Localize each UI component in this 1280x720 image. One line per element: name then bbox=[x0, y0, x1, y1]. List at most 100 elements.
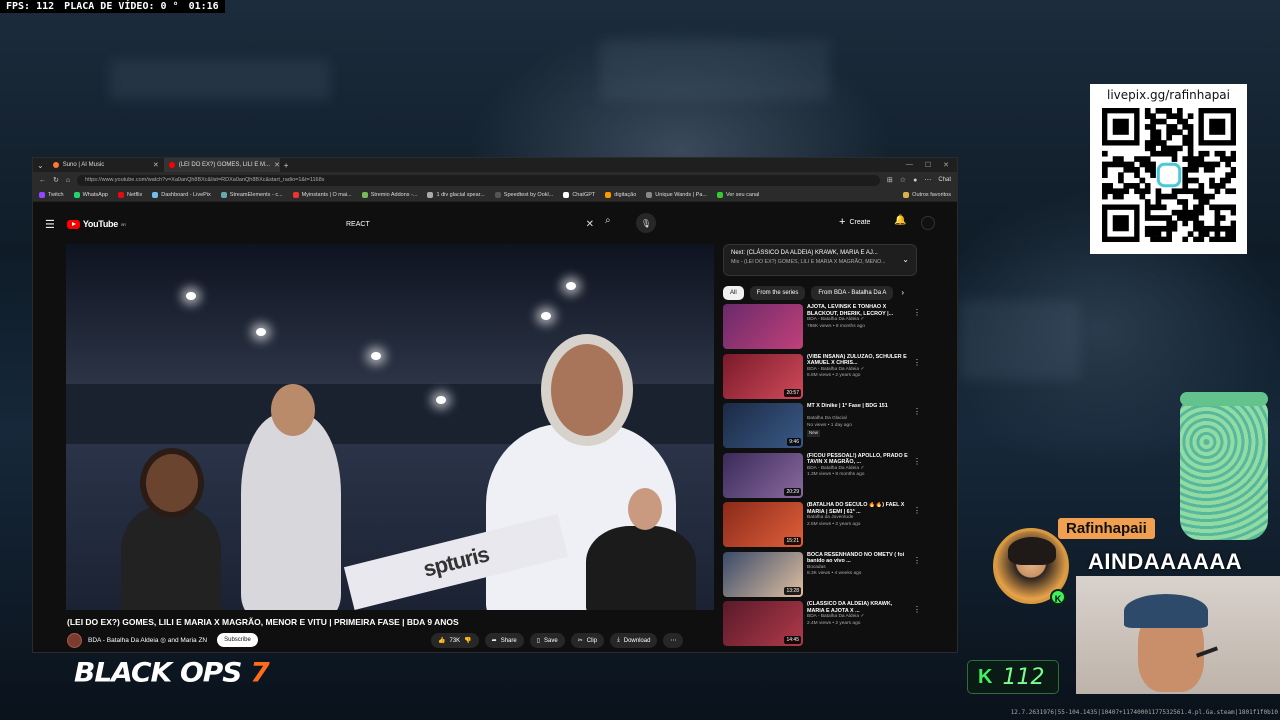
back-icon[interactable]: ← bbox=[39, 177, 46, 184]
tab-youtube[interactable]: (LEI DO EX?) GOMES, LILI E M... ✕ bbox=[163, 158, 280, 172]
qr-module bbox=[1230, 150, 1236, 157]
bookmark-unique-wands[interactable]: Unique Wands | Pa... bbox=[646, 191, 707, 198]
chevron-down-icon[interactable]: ⌄ bbox=[902, 255, 909, 264]
notifications-bell-icon[interactable]: 🔔 bbox=[894, 215, 906, 226]
create-button[interactable]: + Create bbox=[839, 216, 870, 228]
qr-module bbox=[1176, 199, 1183, 205]
recommendation-title[interactable]: BOCA RESENHANDO NO OMETV ( foi banido ao… bbox=[807, 552, 911, 565]
like-button[interactable]: 👍 73K 👎 bbox=[431, 633, 479, 648]
save-button[interactable]: ▯ Save bbox=[529, 633, 565, 648]
bookmark-chatgpt[interactable]: ChatGPT bbox=[563, 191, 595, 198]
download-button[interactable]: ⤓ Download bbox=[610, 633, 658, 648]
video-thumbnail[interactable]: 9:46 bbox=[723, 403, 803, 448]
tab-list-icon[interactable]: ⌄ bbox=[33, 161, 48, 170]
qr-module bbox=[1197, 231, 1204, 237]
qr-module bbox=[1187, 177, 1193, 184]
recommendation-title[interactable]: MT X Dinike | 1ª Fase | BDG 151 bbox=[807, 403, 911, 416]
recommendation-title[interactable]: (BATALHA DO SÉCULO 🔥🔥) FAEL X MARIA | SE… bbox=[807, 502, 911, 515]
qr-module bbox=[1165, 220, 1172, 227]
qr-module bbox=[1149, 124, 1156, 130]
more-options-icon[interactable]: ⋮ bbox=[913, 308, 921, 317]
video-thumbnail[interactable]: 20:57 bbox=[723, 353, 803, 399]
url-field[interactable]: https://www.youtube.com/watch?v=Xa0anQh8… bbox=[77, 174, 880, 186]
minimize-icon[interactable]: — bbox=[906, 161, 913, 169]
recommendation-item[interactable]: 13:28 BOCA RESENHANDO NO OMETV ( foi bani… bbox=[723, 551, 923, 602]
bookmark-digitacao[interactable]: digitação bbox=[605, 191, 636, 198]
bookmark-ver-seu-canal[interactable]: Ver seu canal bbox=[716, 191, 759, 198]
clear-icon[interactable]: ✕ bbox=[586, 219, 594, 230]
youtube-logo[interactable]: YouTube BR bbox=[66, 219, 126, 229]
more-options-icon[interactable]: ⋮ bbox=[913, 506, 921, 515]
video-thumbnail[interactable] bbox=[723, 304, 803, 349]
recommendation-title[interactable]: AJOTA, LEVINSK E TONHÃO X BLACKOUT, DHER… bbox=[807, 304, 911, 317]
more-actions-button[interactable]: ⋯ bbox=[663, 633, 684, 648]
qr-module bbox=[1133, 183, 1140, 189]
channel-names[interactable]: BDA - Batalha Da Aldeia ◎ and Maria ZN bbox=[88, 636, 207, 644]
bookmark-twitch[interactable]: Twitch bbox=[39, 191, 64, 198]
qr-module bbox=[1122, 183, 1129, 189]
qr-module bbox=[1181, 172, 1188, 178]
recommendation-item[interactable]: 20:57 (VIBE INSANA) ZULUZÃO, SCHULER E XA… bbox=[723, 353, 923, 404]
channel-avatar[interactable] bbox=[67, 632, 82, 648]
qr-module bbox=[1208, 177, 1215, 184]
video-thumbnail[interactable]: 13:28 bbox=[723, 551, 803, 597]
share-button[interactable]: ➦ Share bbox=[484, 633, 524, 648]
more-options-icon[interactable]: ⋮ bbox=[913, 605, 921, 614]
recommendation-item[interactable]: 15:21 (BATALHA DO SÉCULO 🔥🔥) FAEL X MARIA… bbox=[723, 502, 923, 552]
thumbs-down-icon[interactable]: 👎 bbox=[464, 637, 471, 644]
clip-button[interactable]: ✂ Clip bbox=[570, 633, 605, 648]
recommendation-title[interactable]: (FICOU PESSOAL!) APOLLO, PRADO E TAVIN X… bbox=[807, 453, 911, 466]
extension-icon[interactable]: ⊞ bbox=[887, 176, 893, 184]
bookmark-icon bbox=[361, 191, 368, 198]
recommendation-item[interactable]: 14:45 (CLÁSSICO DA ALDEIA) KRAWK, MARIA E… bbox=[723, 601, 923, 651]
profile-icon[interactable]: ● bbox=[913, 177, 917, 184]
more-options-icon[interactable]: ⋮ bbox=[913, 407, 921, 416]
close-window-icon[interactable]: ✕ bbox=[943, 161, 949, 169]
chevron-right-icon[interactable]: › bbox=[901, 286, 904, 300]
recommendation-title[interactable]: (VIBE INSANA) ZULUZÃO, SCHULER E XAMUEL … bbox=[807, 354, 911, 367]
bookmark-stremio[interactable]: Stremio Addons -... bbox=[361, 191, 417, 198]
recommendation-item[interactable]: AJOTA, LEVINSK E TONHÃO X BLACKOUT, DHER… bbox=[723, 304, 923, 354]
more-options-icon[interactable]: ⋮ bbox=[913, 358, 921, 367]
bookmark-whatsapp[interactable]: WhatsApp bbox=[73, 191, 108, 198]
new-tab-icon[interactable]: + bbox=[280, 161, 293, 170]
menu-icon[interactable]: ⋯ bbox=[924, 176, 931, 184]
next-up-panel[interactable]: Next: (CLÁSSICO DA ALDEIA) KRAWK, MARIA … bbox=[723, 244, 917, 276]
bookmark-glacial-spear[interactable]: 1 div glacial spear... bbox=[427, 191, 485, 198]
reload-icon[interactable]: ↻ bbox=[53, 176, 59, 184]
account-avatar[interactable] bbox=[921, 216, 935, 230]
logo-text: YouTube bbox=[82, 219, 118, 229]
star-icon[interactable]: ☆ bbox=[900, 176, 906, 184]
recommendation-item[interactable]: 9:46 MT X Dinike | 1ª Fase | BDG 151 Batal… bbox=[723, 403, 923, 453]
maximize-icon[interactable]: ☐ bbox=[925, 161, 931, 169]
bookmark-other-folder[interactable]: Outros favoritos bbox=[903, 191, 951, 198]
subscribe-button[interactable]: Subscribe bbox=[217, 633, 258, 647]
video-thumbnail[interactable]: 20:29 bbox=[723, 452, 803, 498]
video-thumbnail[interactable]: 14:45 bbox=[723, 601, 803, 646]
hamburger-menu-icon[interactable]: ☰ bbox=[45, 218, 55, 231]
close-icon[interactable]: ✕ bbox=[153, 161, 159, 169]
gpu-readout: PLACA DE VÍDEO: 0 ° bbox=[64, 1, 179, 12]
qr-module bbox=[1176, 129, 1183, 136]
bookmark-streamelements[interactable]: StreamElements - c... bbox=[220, 191, 283, 198]
bookmark-livepix[interactable]: Dashboard - LivePix bbox=[152, 191, 211, 198]
search-input[interactable]: REACT ✕ bbox=[339, 213, 601, 235]
chip-from-channel[interactable]: From BDA - Batalha Da A bbox=[811, 286, 894, 300]
home-icon[interactable]: ⌂ bbox=[66, 177, 70, 184]
recommendation-item[interactable]: 20:29 (FICOU PESSOAL!) APOLLO, PRADO E TA… bbox=[723, 452, 923, 503]
bookmark-netflix[interactable]: Netflix bbox=[117, 191, 142, 198]
video-player[interactable]: spturis bbox=[66, 244, 714, 610]
chip-all[interactable]: All bbox=[723, 286, 744, 300]
tab-suno[interactable]: Suno | AI Music ✕ bbox=[48, 158, 164, 172]
chat-button[interactable]: Chat bbox=[938, 177, 951, 183]
more-options-icon[interactable]: ⋮ bbox=[913, 457, 921, 466]
recommendation-title[interactable]: (CLÁSSICO DA ALDEIA) KRAWK, MARIA E AJOT… bbox=[807, 601, 911, 614]
video-thumbnail[interactable]: 15:21 bbox=[723, 502, 803, 547]
bookmark-speedtest[interactable]: Speedtest by Ookl... bbox=[494, 191, 553, 198]
search-icon[interactable]: ⌕ bbox=[605, 215, 611, 226]
bookmark-myinstants[interactable]: Myinstants | O mai... bbox=[292, 191, 352, 198]
like-count: 73K bbox=[449, 637, 461, 644]
chip-from-series[interactable]: From the series bbox=[749, 286, 806, 300]
microphone-icon[interactable]: 🎙 bbox=[636, 213, 656, 233]
more-options-icon[interactable]: ⋮ bbox=[913, 556, 921, 565]
